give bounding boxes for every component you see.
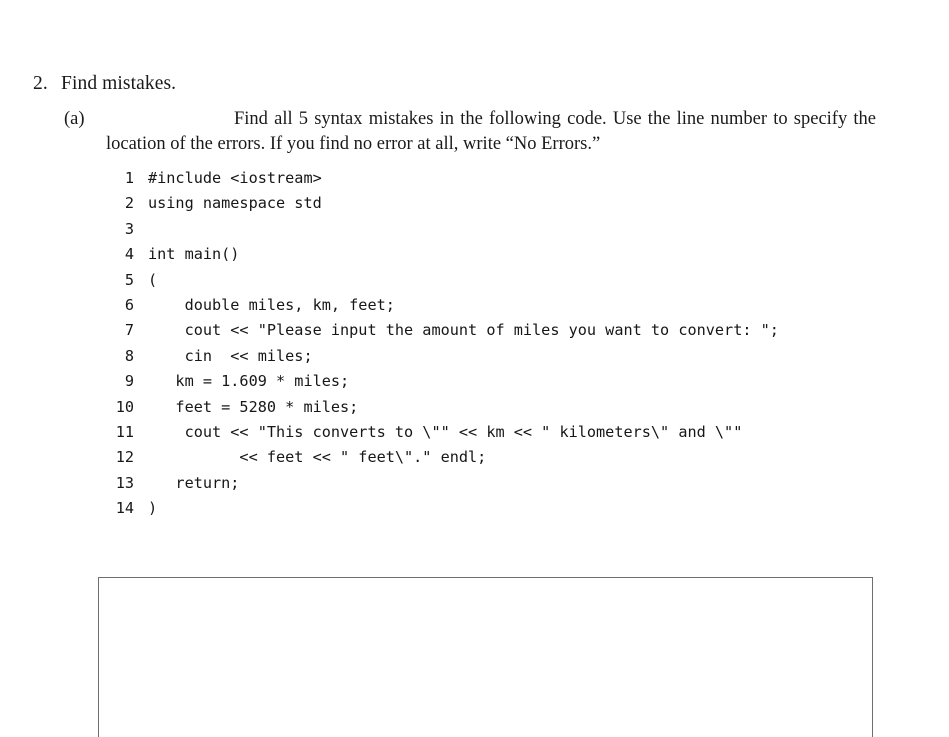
code-line-number: 9	[124, 372, 134, 391]
question-title: Find mistakes.	[61, 73, 177, 94]
code-line-text: (	[148, 270, 158, 289]
part-a-label: (a)	[64, 109, 85, 129]
code-line-text: cout << "This converts to \"" << km << "…	[148, 422, 743, 441]
code-line-number: 2	[124, 194, 134, 213]
code-line-text: int main()	[148, 245, 240, 264]
code-line-number: 3	[124, 219, 134, 238]
code-line-number: 5	[124, 270, 134, 289]
code-line-number: 8	[124, 346, 134, 365]
answer-box[interactable]	[98, 577, 873, 737]
code-line-text: feet = 5280 * miles;	[148, 397, 359, 416]
code-line-number: 4	[124, 245, 134, 264]
code-line-text: km = 1.609 * miles;	[148, 372, 350, 391]
code-line-text: cout << "Please input the amount of mile…	[148, 321, 779, 340]
part-a-instructions: Find all 5 syntax mistakes in the follow…	[106, 109, 876, 154]
code-line-number: 10	[115, 397, 134, 416]
code-line-number: 13	[115, 473, 134, 492]
code-line-text: double miles, km, feet;	[148, 295, 395, 314]
code-line-text: )	[148, 499, 158, 518]
code-line-text: using namespace std	[148, 194, 322, 213]
code-line-number: 6	[124, 295, 134, 314]
code-line-text: << feet << " feet\"." endl;	[148, 448, 487, 467]
question-number: 2.	[33, 73, 48, 94]
code-line-number: 1	[124, 169, 134, 187]
code-line-number: 7	[124, 321, 134, 340]
code-line-text: #include <iostream>	[148, 169, 322, 187]
code-line-number: 11	[115, 422, 134, 441]
code-line-text: return;	[148, 473, 240, 492]
code-line-number: 14	[115, 499, 134, 518]
code-line-number: 12	[115, 448, 134, 467]
code-line-text: cin << miles;	[148, 346, 313, 365]
